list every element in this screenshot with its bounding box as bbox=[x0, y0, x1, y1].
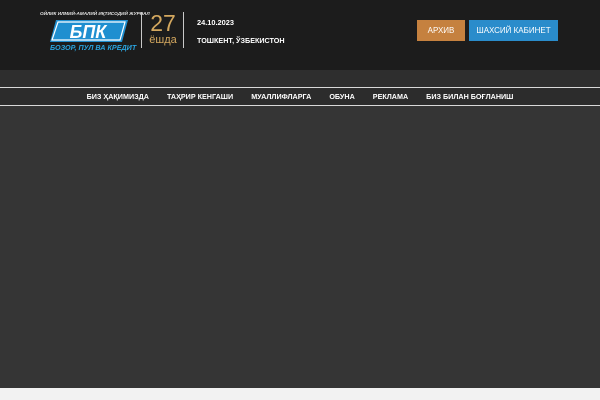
page-footer-strip bbox=[0, 388, 600, 400]
nav-item-contact[interactable]: БИЗ БИЛАН БОҒЛАНИШ bbox=[417, 92, 522, 101]
nav-item-advertising[interactable]: РЕКЛАМА bbox=[364, 92, 417, 101]
anniversary-label: ёшда bbox=[149, 34, 177, 46]
anniversary-number: 27 bbox=[150, 10, 176, 36]
header-divider bbox=[141, 12, 142, 48]
site-header: ОЙЛИК ИЛМИЙ-АМАЛИЙ ИҚТИСОДИЙ ЖУРНАЛ БПК … bbox=[0, 0, 600, 70]
logo-subtitle: БОЗОР, ПУЛ ВА КРЕДИТ bbox=[50, 43, 137, 52]
nav-item-subscription[interactable]: ОБУНА bbox=[320, 92, 363, 101]
main-content bbox=[0, 106, 600, 388]
logo-tagline: ОЙЛИК ИЛМИЙ-АМАЛИЙ ИҚТИСОДИЙ ЖУРНАЛ bbox=[40, 11, 150, 16]
archive-button[interactable]: АРХИВ bbox=[417, 20, 465, 41]
nav-item-editorial-board[interactable]: ТАҲРИР КЕНГАШИ bbox=[158, 92, 242, 101]
logo-mark-text: БПК bbox=[70, 22, 109, 42]
header-band bbox=[0, 70, 600, 87]
header-divider bbox=[183, 12, 184, 48]
site-logo[interactable]: ОЙЛИК ИЛМИЙ-АМАЛИЙ ИҚТИСОДИЙ ЖУРНАЛ БПК … bbox=[40, 11, 150, 55]
main-navigation: БИЗ ҲАҚИМИЗДА ТАҲРИР КЕНГАШИ МУАЛЛИФЛАРГ… bbox=[0, 87, 600, 106]
nav-item-for-authors[interactable]: МУАЛЛИФЛАРГА bbox=[242, 92, 320, 101]
anniversary-badge: 27 ёшда bbox=[146, 10, 180, 47]
location-text: ТОШКЕНТ, ЎЗБЕКИСТОН bbox=[197, 36, 285, 45]
current-date: 24.10.2023 bbox=[197, 18, 234, 27]
personal-cabinet-button[interactable]: ШАХСИЙ КАБИНЕТ bbox=[469, 20, 558, 41]
nav-item-about[interactable]: БИЗ ҲАҚИМИЗДА bbox=[78, 92, 158, 101]
logo-mark: БПК bbox=[50, 19, 128, 43]
